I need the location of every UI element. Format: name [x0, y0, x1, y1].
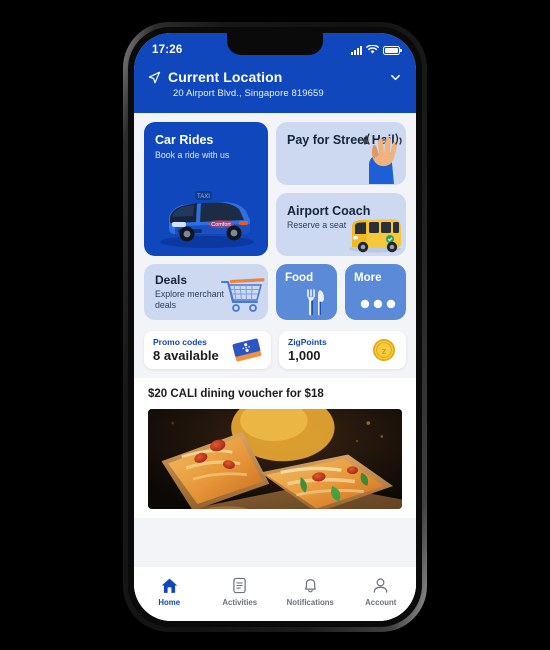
nav-label-notifications: Notifications — [286, 597, 334, 607]
tile-deals[interactable]: Deals Explore merchant deals — [144, 264, 268, 320]
tile-car-rides[interactable]: Car Rides Book a ride with us TAXI Comfo… — [144, 122, 268, 256]
fork-knife-icon — [307, 289, 324, 316]
tile-food[interactable]: Food — [276, 264, 337, 320]
promo-title: $20 CALI dining voucher for $18 — [148, 388, 324, 400]
wifi-icon — [366, 45, 379, 54]
bus-icon — [349, 219, 401, 253]
bottom-navigation: Home Activities Notifications Account — [134, 567, 416, 621]
zigpoints-value: 1,000 — [288, 348, 321, 363]
status-time: 17:26 — [152, 44, 183, 56]
location-address: 20 Airport Blvd., Singapore 819659 — [173, 88, 324, 99]
card-zigpoints[interactable]: ZigPoints 1,000 z — [279, 331, 406, 369]
main-content: Car Rides Book a ride with us TAXI Comfo… — [134, 113, 416, 621]
pizza-photo — [148, 409, 402, 509]
shopping-cart-icon — [221, 278, 265, 312]
nav-item-account[interactable]: Account — [346, 576, 417, 607]
location-header[interactable]: Current Location 20 Airport Blvd., Singa… — [134, 63, 416, 113]
phone-notch — [227, 33, 323, 55]
nav-label-activities: Activities — [222, 597, 258, 607]
person-icon — [374, 577, 388, 593]
taxi-car-icon: TAXI Comfort — [160, 191, 254, 248]
bell-icon — [304, 578, 316, 592]
nav-label-home: Home — [158, 597, 181, 607]
battery-icon — [383, 45, 402, 55]
nav-label-account: Account — [365, 597, 397, 607]
car-rides-title: Car Rides — [155, 133, 214, 147]
navigation-arrow-icon — [148, 71, 161, 83]
three-dots-icon — [360, 299, 396, 309]
secondary-tile-grid: Deals Explore merchant deals Food More — [144, 264, 406, 320]
promo-image[interactable] — [148, 409, 402, 509]
promo-codes-value: 8 available — [153, 348, 219, 363]
deals-subtitle: Explore merchant deals — [155, 289, 224, 311]
tile-street-hail[interactable]: Pay for Street Hail — [276, 122, 406, 185]
home-icon — [161, 578, 178, 593]
list-document-icon — [233, 577, 246, 593]
nav-item-activities[interactable]: Activities — [205, 576, 276, 607]
primary-tile-grid: Car Rides Book a ride with us TAXI Comfo… — [144, 122, 406, 256]
tile-more[interactable]: More — [345, 264, 406, 320]
waving-hand-icon — [363, 133, 402, 184]
svg-text:z: z — [382, 346, 387, 356]
tile-airport-coach[interactable]: Airport Coach Reserve a seat — [276, 193, 406, 256]
promo-section: $20 CALI dining voucher for $18 — [134, 378, 416, 518]
nav-item-home[interactable]: Home — [134, 576, 205, 607]
more-title: More — [354, 272, 382, 284]
car-rides-subtitle: Book a ride with us — [155, 150, 230, 160]
location-title: Current Location — [168, 69, 283, 85]
wallet-cards: Promo codes 8 available ZigPoints 1,000 … — [144, 331, 406, 369]
card-promo-codes[interactable]: Promo codes 8 available — [144, 331, 271, 369]
svg-text:TAXI: TAXI — [197, 194, 210, 200]
phone-screen: 17:26 Current Location 20 Airport Blvd.,… — [134, 33, 416, 621]
secondary-tile-column: Pay for Street Hail Airport Coach Reserv — [276, 122, 406, 256]
promo-codes-label: Promo codes — [153, 337, 207, 347]
nav-item-notifications[interactable]: Notifications — [275, 576, 346, 607]
zigpoints-label: ZigPoints — [288, 337, 327, 347]
ticket-icon — [232, 338, 262, 362]
gold-coin-icon: z — [373, 339, 395, 361]
status-icons — [351, 45, 402, 55]
signal-icon — [351, 45, 362, 55]
food-title: Food — [285, 272, 314, 284]
chevron-down-icon[interactable] — [389, 71, 402, 84]
svg-text:Comfort: Comfort — [211, 222, 231, 228]
